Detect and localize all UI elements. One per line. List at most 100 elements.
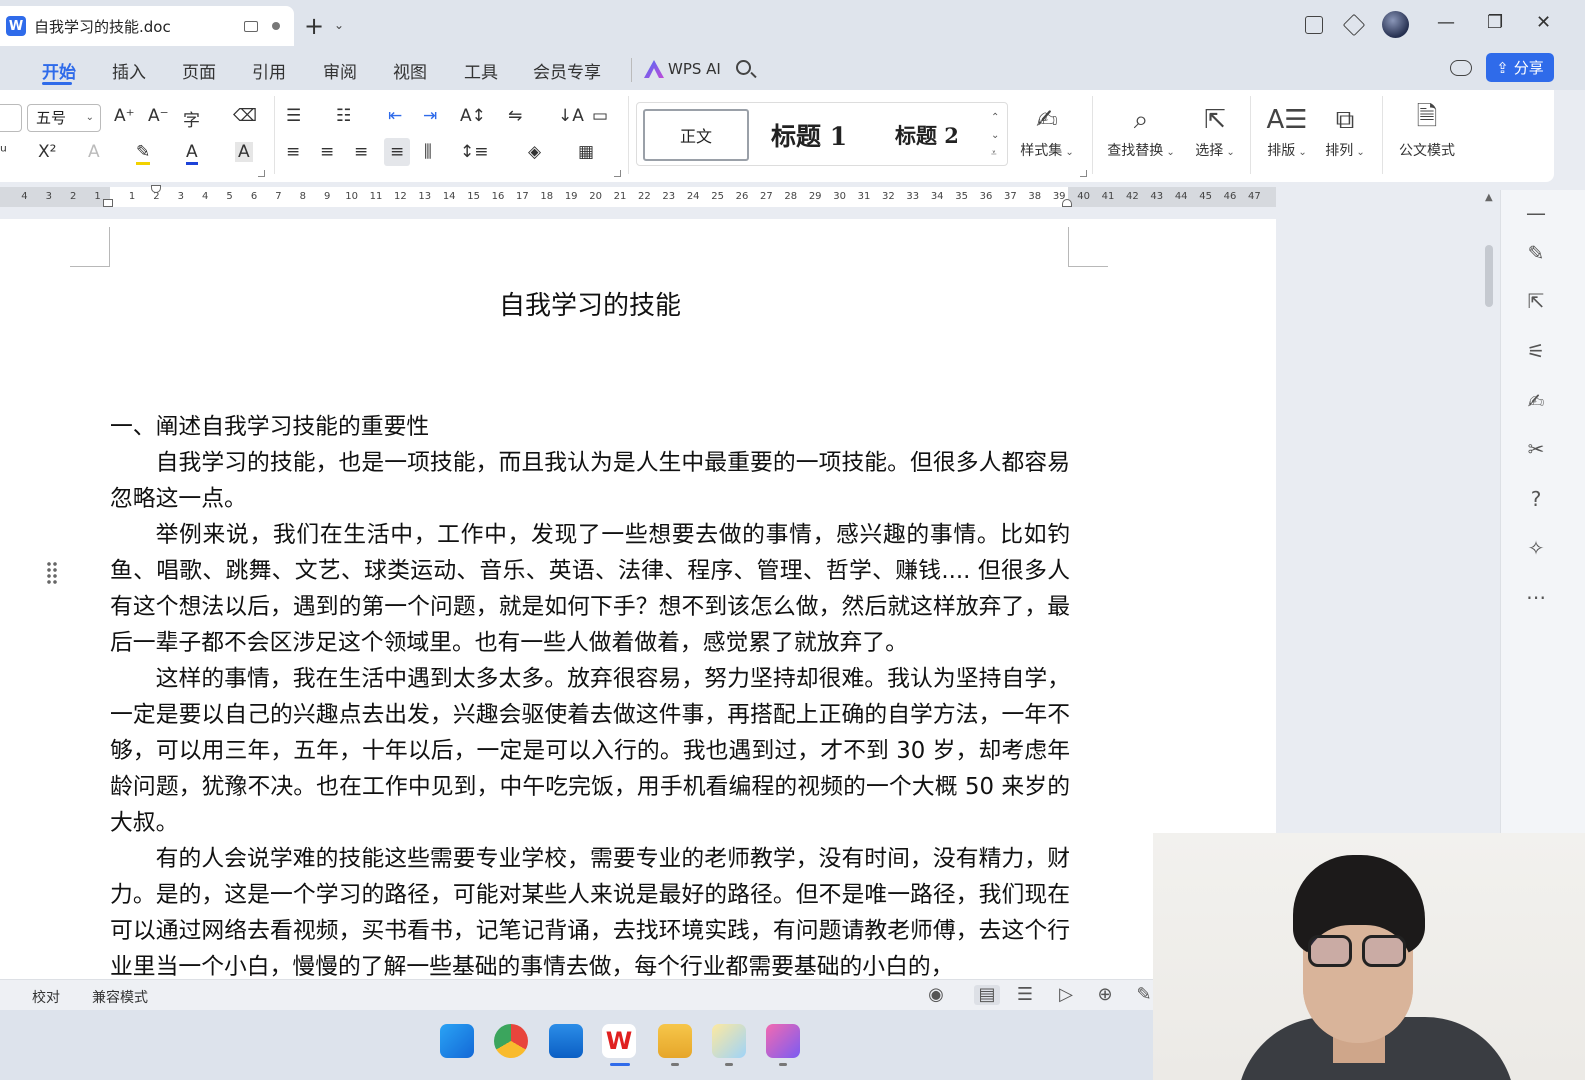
phonetic-guide-icon[interactable]: 字 — [183, 106, 200, 131]
adjust-sliders-icon[interactable]: ⚟ — [1525, 340, 1547, 362]
right-indent-marker[interactable] — [1062, 199, 1072, 207]
play-icon[interactable]: ▷ — [1056, 985, 1076, 1005]
document-page[interactable]: 自我学习的技能 一、阐述自我学习技能的重要性 自我学习的技能，也是一项技能，而且… — [0, 219, 1276, 979]
cloud-upload-icon[interactable] — [1450, 60, 1472, 76]
tab-start[interactable]: 开始 — [42, 58, 76, 83]
arrange-button[interactable]: ⧉ 排列 ⌄ — [1310, 100, 1380, 160]
tab-page[interactable]: 页面 — [182, 58, 216, 83]
restore-icon[interactable]: ❐ — [1487, 12, 1503, 33]
find-replace-button[interactable]: ⌕ 查找替换 ⌄ — [1102, 100, 1180, 160]
outline-view-icon[interactable]: ☰ — [1015, 985, 1035, 1005]
styles-dialog-launcher-icon[interactable] — [1080, 170, 1087, 177]
decrease-indent-icon[interactable]: ⇤ — [388, 106, 402, 126]
align-right-icon[interactable]: ≡ — [354, 142, 368, 162]
paragraph[interactable]: 举例来说，我们在生活中，工作中，发现了一些想要去做的事情，感兴趣的事情。比如钓鱼… — [110, 517, 1070, 661]
horizontal-ruler[interactable]: 4 3 2 1 1 2 3 4 5 6 7 8 9 10 11 12 13 14 15 16 17 18 19 20 21 22 2… — [0, 185, 1276, 207]
chevron-up-icon[interactable]: ⌃ — [991, 109, 999, 127]
chevron-down-icon[interactable]: ⌄ — [991, 127, 999, 145]
show-marks-icon[interactable]: ▭ — [592, 106, 608, 126]
line-spacing-icon[interactable]: ↕≡ — [460, 142, 489, 162]
justify-icon[interactable]: ≡ — [384, 138, 411, 166]
shading-icon[interactable]: ◈ — [528, 142, 541, 162]
collapse-icon[interactable]: — — [1525, 202, 1547, 224]
eye-icon[interactable]: ◉ — [926, 985, 946, 1005]
document-body[interactable]: 一、阐述自我学习技能的重要性 自我学习的技能，也是一项技能，而且我认为是人生中最… — [110, 409, 1070, 979]
notes-app-icon[interactable] — [712, 1024, 746, 1058]
share-button[interactable]: ⇪ 分享 — [1486, 53, 1554, 82]
left-indent-marker[interactable] — [103, 199, 113, 207]
signature-icon[interactable]: ✍ — [1525, 390, 1547, 412]
bullet-list-icon[interactable]: ☰ — [286, 106, 301, 126]
write-mode-icon[interactable]: ✎ — [1134, 985, 1154, 1005]
sort-icon[interactable]: ⇋ — [508, 106, 522, 126]
document-title[interactable]: 自我学习的技能 — [0, 285, 1180, 322]
expand-gallery-icon[interactable]: ⩡ — [991, 145, 999, 163]
numbered-list-icon[interactable]: ☷ — [336, 106, 351, 126]
superscript-icon[interactable]: X² — [38, 142, 56, 162]
font-size-select[interactable]: 五号 ⌄ — [27, 104, 101, 132]
text-outline-icon[interactable]: A — [88, 142, 100, 162]
char-shading-icon[interactable]: A — [235, 142, 253, 162]
search-icon[interactable] — [736, 60, 751, 75]
paragraph[interactable]: 这样的事情，我在生活中遇到太多太多。放弃很容易，努力坚持却很难。我认为坚持自学，… — [110, 661, 1070, 841]
shrink-font-icon[interactable]: A⁻ — [148, 106, 169, 126]
paragraph[interactable]: 有的人会说学难的技能这些需要专业学校，需要专业的老师教学，没有时间，没有精力，财… — [110, 841, 1070, 979]
tab-references[interactable]: 引用 — [252, 58, 286, 83]
file-explorer-icon[interactable] — [658, 1024, 692, 1058]
align-center-icon[interactable]: ≡ — [320, 142, 334, 162]
select-button[interactable]: ⇱ 选择 ⌄ — [1180, 100, 1250, 160]
font-color-icon[interactable]: A — [186, 142, 198, 165]
tab-member[interactable]: 会员专享 — [533, 58, 601, 83]
user-avatar[interactable] — [1382, 11, 1409, 38]
close-icon[interactable]: ✕ — [1536, 12, 1551, 33]
distribute-icon[interactable]: ⫼ — [424, 142, 432, 162]
help-icon[interactable]: ? — [1525, 488, 1547, 510]
align-left-icon[interactable]: ≡ — [286, 142, 300, 162]
chrome-icon[interactable] — [494, 1024, 528, 1058]
drag-handle-icon[interactable] — [46, 561, 58, 585]
tab-tools[interactable]: 工具 — [464, 58, 498, 83]
style-set-button[interactable]: ✍ 样式集 ⌄ — [1012, 100, 1082, 160]
tab-insert[interactable]: 插入 — [112, 58, 146, 83]
window-layout-icon[interactable] — [1305, 16, 1323, 34]
text-effect-icon[interactable]: ᵘ — [0, 142, 7, 162]
style-heading-1[interactable]: 标题 1 — [771, 117, 847, 153]
grow-font-icon[interactable]: A⁺ — [114, 106, 135, 126]
scrollbar-thumb[interactable] — [1485, 245, 1493, 307]
clear-format-icon[interactable]: ⌫ — [233, 106, 257, 126]
text-direction-icon[interactable]: A↕ — [460, 106, 486, 126]
az-sort-icon[interactable]: ↓A — [558, 106, 584, 126]
font-family-select[interactable] — [0, 104, 22, 132]
document-tab[interactable]: W 自我学习的技能.doc — [0, 6, 294, 46]
scroll-up-icon[interactable]: ▲ — [1485, 192, 1493, 203]
tools-icon[interactable]: ✂ — [1525, 438, 1547, 460]
cube-icon[interactable] — [1342, 13, 1366, 37]
monitor-icon[interactable] — [244, 20, 258, 32]
wps-ai-button[interactable]: WPS AI — [668, 60, 721, 78]
new-tab-plus-icon[interactable]: + — [304, 14, 324, 38]
font-dialog-launcher-icon[interactable] — [258, 170, 265, 177]
camera-app-icon[interactable] — [766, 1024, 800, 1058]
paragraph-dialog-launcher-icon[interactable] — [614, 170, 621, 177]
style-gallery-scroll[interactable]: ⌃ ⌄ ⩡ — [991, 109, 999, 163]
paragraph[interactable]: 自我学习的技能，也是一项技能，而且我认为是人生中最重要的一项技能。但很多人都容易… — [110, 445, 1070, 517]
magic-icon[interactable]: ✧ — [1525, 537, 1547, 559]
windows-start-icon[interactable] — [440, 1024, 474, 1058]
pointer-icon[interactable]: ⇱ — [1525, 290, 1547, 312]
wps-office-icon[interactable]: W — [602, 1024, 636, 1058]
page-view-icon[interactable]: ▤ — [974, 985, 1000, 1005]
style-normal[interactable]: 正文 — [643, 109, 749, 161]
more-icon[interactable]: ⋯ — [1525, 586, 1547, 608]
unsaved-dot-icon[interactable] — [272, 22, 280, 30]
web-view-icon[interactable]: ⊕ — [1095, 985, 1115, 1005]
wps-ai-icon[interactable] — [644, 60, 664, 78]
pen-icon[interactable]: ✎ — [1525, 242, 1547, 264]
new-tab-dropdown-icon[interactable]: ⌄ — [334, 18, 344, 32]
minimize-icon[interactable]: — — [1437, 12, 1455, 33]
official-mode-button[interactable]: 🗎 公文模式 — [1392, 100, 1462, 160]
proofread-button[interactable]: 校对 — [32, 987, 60, 1007]
section-heading[interactable]: 一、阐述自我学习技能的重要性 — [110, 409, 1070, 445]
highlight-icon[interactable]: ✎ — [136, 142, 151, 165]
photos-app-icon[interactable] — [549, 1024, 583, 1058]
increase-indent-icon[interactable]: ⇥ — [423, 106, 437, 126]
